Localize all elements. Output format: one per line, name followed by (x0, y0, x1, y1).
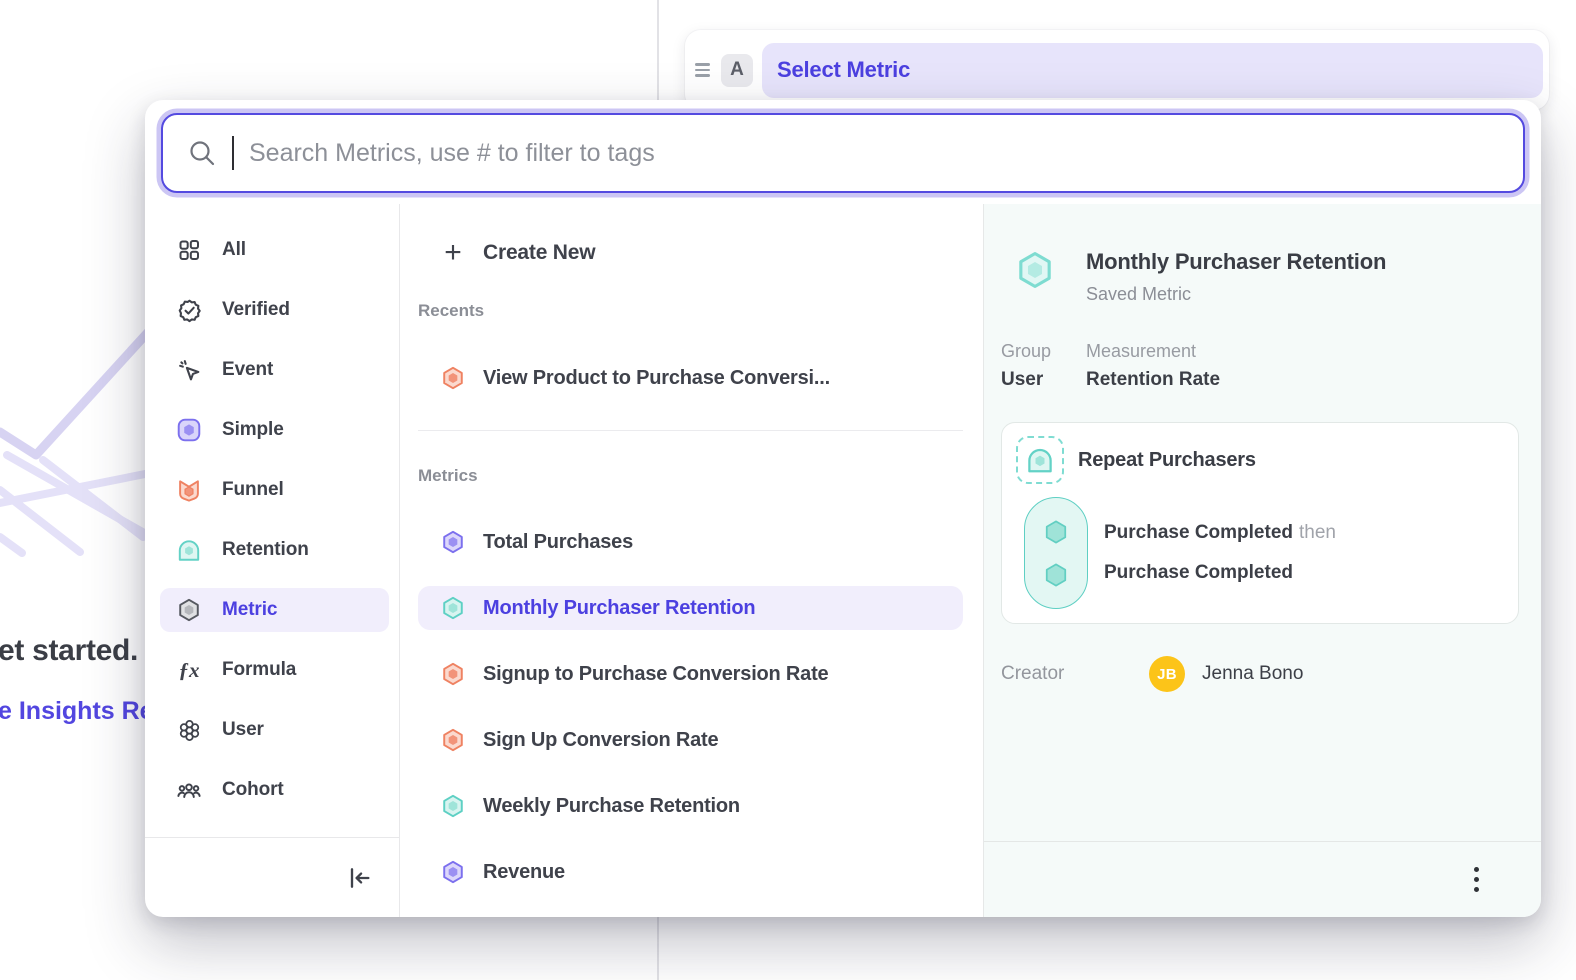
creator-row: Creator JB Jenna Bono (1001, 656, 1519, 692)
sidebar-item-label: All (222, 239, 246, 261)
grid-icon (176, 237, 202, 263)
metrics-section-label: Metrics (418, 466, 963, 488)
metric-row-label: Revenue (483, 861, 565, 884)
background-heading-partial: et started. (0, 634, 138, 668)
sidebar-item-funnel[interactable]: Funnel (160, 468, 389, 512)
user-cluster-icon (176, 717, 202, 743)
metric-row-label: Signup to Purchase Conversion Rate (483, 663, 829, 686)
metric-row-total-purchases[interactable]: Total Purchases (418, 520, 963, 564)
recents-section-label: Recents (418, 301, 963, 323)
create-new-button[interactable]: + Create New (418, 231, 963, 275)
metric-hexagon-icon (176, 597, 202, 623)
detail-title: Monthly Purchaser Retention (1086, 249, 1386, 275)
collapse-left-icon[interactable] (341, 860, 377, 896)
sidebar-item-all[interactable]: All (160, 228, 389, 272)
metric-row-signup-to-purchase-conversion-rate[interactable]: Signup to Purchase Conversion Rate (418, 652, 963, 696)
funnel-icon (176, 477, 202, 503)
select-metric-button[interactable]: Select Metric (762, 43, 1543, 98)
event-hexagon-icon (1041, 517, 1071, 547)
definition-card-title: Repeat Purchasers (1078, 449, 1256, 472)
metric-row-label: Sign Up Conversion Rate (483, 729, 718, 752)
search-icon (187, 138, 217, 168)
sidebar-item-verified[interactable]: Verified (160, 288, 389, 332)
event-sequence-capsule-icon (1024, 497, 1088, 609)
detail-subtitle: Saved Metric (1086, 283, 1386, 305)
metric-list-column: + Create New Recents View Product to Pur… (400, 204, 983, 917)
app-background: et started. e Insights Re A Select Metri… (0, 0, 1576, 980)
sidebar-item-label: Verified (222, 299, 290, 321)
type-sidebar: All Verified (145, 204, 400, 917)
metric-row-label: Monthly Purchaser Retention (483, 597, 755, 620)
hexagon-purple-icon (440, 859, 466, 885)
select-metric-label: Select Metric (777, 57, 910, 83)
hexagon-teal-icon (440, 793, 466, 819)
step-event-2: Purchase Completed (1104, 562, 1336, 584)
recent-metric-row[interactable]: View Product to Purchase Conversi... (418, 356, 963, 400)
metric-row-sign-up-conversion-rate[interactable]: Sign Up Conversion Rate (418, 718, 963, 762)
background-chart-lines-illustration (0, 320, 160, 620)
kebab-menu-icon[interactable] (1468, 861, 1485, 898)
sidebar-item-cohort[interactable]: Cohort (160, 768, 389, 812)
sidebar-item-label: Simple (222, 419, 284, 441)
field-label-measurement: Measurement (1086, 341, 1519, 362)
sidebar-item-label: Cohort (222, 779, 284, 801)
sidebar-footer (145, 837, 399, 917)
creator-label: Creator (1001, 663, 1149, 685)
formula-fx-icon: ƒx (176, 657, 202, 683)
sidebar-item-label: Retention (222, 539, 309, 561)
sidebar-item-formula[interactable]: ƒx Formula (160, 648, 389, 692)
event-hexagon-icon (1041, 560, 1071, 590)
text-cursor (232, 136, 234, 170)
creator-avatar: JB (1149, 656, 1185, 692)
search-field[interactable] (161, 113, 1525, 193)
create-new-label: Create New (483, 241, 595, 265)
metric-row-weekly-purchase-retention[interactable]: Weekly Purchase Retention (418, 784, 963, 828)
retention-dashed-icon (1016, 436, 1064, 484)
plus-icon: + (440, 240, 466, 266)
retention-arch-icon (176, 537, 202, 563)
background-insights-link-partial[interactable]: e Insights Re (0, 697, 154, 726)
hexagon-purple-icon (440, 529, 466, 555)
field-value-group: User (1001, 369, 1086, 391)
metric-row-label: Total Purchases (483, 531, 633, 554)
metric-row-card: A Select Metric (685, 30, 1549, 110)
creator-name: Jenna Bono (1202, 663, 1303, 685)
picker-columns: All Verified (145, 204, 1541, 917)
metric-row-label: Weekly Purchase Retention (483, 795, 740, 818)
simple-metric-icon (176, 417, 202, 443)
field-value-measurement: Retention Rate (1086, 369, 1519, 391)
series-letter-badge: A (721, 54, 753, 87)
hexagon-teal-icon (440, 595, 466, 621)
metric-detail-panel: Monthly Purchaser Retention Saved Metric… (983, 204, 1541, 917)
metric-row-label: View Product to Purchase Conversi... (483, 367, 830, 390)
drag-handle-icon[interactable] (693, 57, 712, 82)
sidebar-item-metric[interactable]: Metric (160, 588, 389, 632)
metric-hexagon-teal-icon (1014, 249, 1056, 291)
metric-row-monthly-purchaser-retention[interactable]: Monthly Purchaser Retention (418, 586, 963, 630)
step-event-1: Purchase Completedthen (1104, 522, 1336, 544)
sidebar-item-label: Funnel (222, 479, 284, 501)
cohort-people-icon (176, 777, 202, 803)
verified-badge-icon (176, 297, 202, 323)
search-input[interactable] (249, 139, 1499, 168)
sidebar-item-label: Metric (222, 599, 277, 621)
detail-footer (984, 841, 1541, 917)
hexagon-orange-icon (440, 727, 466, 753)
hexagon-orange-icon (440, 661, 466, 687)
cursor-click-icon (176, 357, 202, 383)
sidebar-item-event[interactable]: Event (160, 348, 389, 392)
sidebar-item-label: User (222, 719, 264, 741)
sidebar-item-user[interactable]: User (160, 708, 389, 752)
sidebar-item-simple[interactable]: Simple (160, 408, 389, 452)
section-divider (418, 430, 963, 431)
search-section (145, 100, 1541, 193)
saved-metric-definition-card: Repeat Purchasers (1001, 422, 1519, 624)
sidebar-item-label: Formula (222, 659, 296, 681)
sidebar-item-retention[interactable]: Retention (160, 528, 389, 572)
sidebar-item-label: Event (222, 359, 273, 381)
field-label-group: Group (1001, 341, 1086, 362)
metric-picker-modal: All Verified (145, 100, 1541, 917)
metric-row-revenue[interactable]: Revenue (418, 850, 963, 894)
hexagon-orange-icon (440, 365, 466, 391)
